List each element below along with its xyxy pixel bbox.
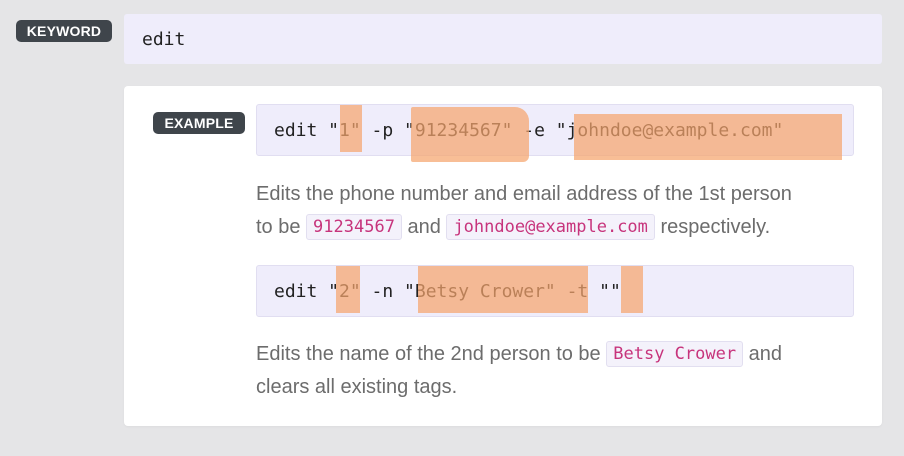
desc1-mid: and <box>407 216 441 238</box>
inline-code-phone: 91234567 <box>306 214 402 240</box>
example-badge: EXAMPLE <box>153 112 245 134</box>
desc2-line1: Edits the name of the 2nd person to be B… <box>256 338 866 371</box>
desc2-suffix: and <box>748 343 783 365</box>
desc2-line2: clears all existing tags. <box>256 376 458 398</box>
example-description-2: Edits the name of the 2nd person to be B… <box>256 338 866 404</box>
desc1-prefix: to be <box>256 216 301 238</box>
desc1-suffix: respectively. <box>660 216 771 238</box>
inline-code-email: johndoe@example.com <box>446 214 655 240</box>
example-description-1: Edits the phone number and email address… <box>256 178 866 244</box>
desc2-prefix: Edits the name of the 2nd person to be <box>256 343 601 365</box>
example-code-1: edit "1" -p "91234567" -e "johndoe@examp… <box>256 104 854 156</box>
desc1-line1: Edits the phone number and email address… <box>256 183 792 205</box>
example-code-2: edit "2" -n "Betsy Crower" -t "" <box>256 265 854 317</box>
desc1-line2: to be 91234567 and johndoe@example.com r… <box>256 211 866 244</box>
keyword-badge: KEYWORD <box>16 20 112 42</box>
keyword-value: edit <box>124 14 882 64</box>
inline-code-name: Betsy Crower <box>606 341 744 367</box>
